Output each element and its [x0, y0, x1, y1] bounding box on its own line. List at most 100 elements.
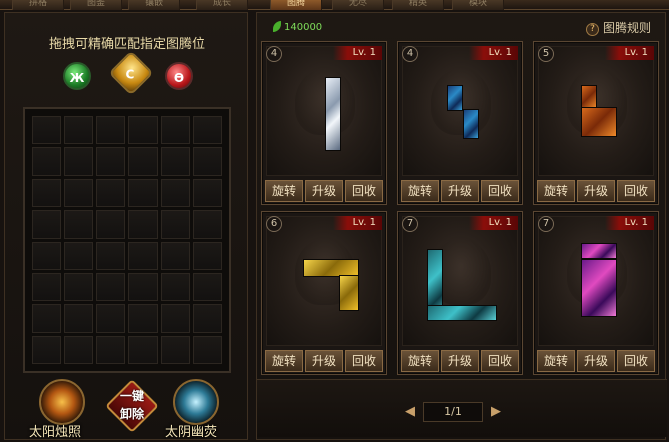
grid-cell[interactable]	[64, 335, 94, 364]
totem-card[interactable]: 4 Lv. 1 旋转 升级 回收	[397, 41, 523, 205]
moon-orb-icon[interactable]	[173, 379, 219, 425]
recycle-button[interactable]: 回收	[617, 350, 655, 372]
totem-piece-segment[interactable]	[325, 77, 341, 151]
grid-cell[interactable]	[192, 335, 222, 364]
grid-cell[interactable]	[128, 178, 158, 208]
rotate-button[interactable]: 旋转	[265, 350, 303, 372]
grid-cell[interactable]	[192, 241, 222, 270]
tab-6[interactable]: 精英	[392, 0, 444, 10]
upgrade-button[interactable]: 升级	[577, 350, 615, 372]
prev-page-arrow-icon[interactable]: ◀	[401, 402, 419, 422]
grid-cell[interactable]	[32, 178, 62, 208]
recycle-button[interactable]: 回收	[345, 180, 383, 202]
rotate-button[interactable]: 旋转	[401, 180, 439, 202]
totem-piece-segment[interactable]	[581, 259, 617, 317]
grid-cell[interactable]	[64, 116, 94, 145]
grid-cell[interactable]	[32, 272, 62, 302]
upgrade-button[interactable]: 升级	[577, 180, 615, 202]
recycle-button[interactable]: 回收	[617, 180, 655, 202]
grid-cell[interactable]	[128, 116, 158, 145]
grid-cell[interactable]	[160, 304, 190, 333]
grid-cell[interactable]	[128, 210, 158, 239]
tab-0[interactable]: 拼格	[12, 0, 64, 10]
totem-card[interactable]: 6 Lv. 1 旋转 升级 回收	[261, 211, 387, 375]
upgrade-button[interactable]: 升级	[305, 350, 343, 372]
grid-cell[interactable]	[32, 335, 62, 364]
rules-link[interactable]: ? 图腾规则	[585, 19, 651, 36]
totem-card[interactable]: 4 Lv. 1 旋转 升级 回收	[261, 41, 387, 205]
sun-orb-icon[interactable]	[39, 379, 85, 425]
gold-gem-icon[interactable]: C	[108, 50, 154, 96]
upgrade-button[interactable]: 升级	[441, 180, 479, 202]
grid-cell[interactable]	[160, 241, 190, 270]
grid-cell[interactable]	[32, 210, 62, 239]
grid-cell[interactable]	[96, 116, 126, 145]
recycle-button[interactable]: 回收	[481, 350, 519, 372]
totem-piece-segment[interactable]	[339, 275, 359, 311]
totem-piece-segment[interactable]	[447, 85, 463, 111]
tab-5[interactable]: 无尽	[332, 0, 384, 10]
next-page-arrow-icon[interactable]: ▶	[487, 402, 505, 422]
totem-piece-segment[interactable]	[427, 305, 497, 321]
totem-card[interactable]: 7 Lv. 1 旋转 升级 回收	[533, 211, 659, 375]
green-gem-icon[interactable]: Ж	[63, 62, 91, 90]
grid-cell[interactable]	[160, 335, 190, 364]
grid-cell[interactable]	[128, 335, 158, 364]
grid-cell[interactable]	[160, 178, 190, 208]
grid-cell[interactable]	[192, 210, 222, 239]
recycle-button[interactable]: 回收	[481, 180, 519, 202]
grid-cell[interactable]	[96, 272, 126, 302]
totem-piece-segment[interactable]	[581, 243, 617, 259]
grid-cell[interactable]	[160, 147, 190, 176]
tab-3[interactable]: 成长	[196, 0, 248, 10]
remove-all-label[interactable]: 一键 卸除	[113, 387, 151, 423]
grid-cell[interactable]	[96, 178, 126, 208]
totem-card[interactable]: 5 Lv. 1 旋转 升级 回收	[533, 41, 659, 205]
grid-cell[interactable]	[32, 304, 62, 333]
grid-cell[interactable]	[160, 210, 190, 239]
grid-cell[interactable]	[96, 241, 126, 270]
grid-cell[interactable]	[64, 178, 94, 208]
grid-cell[interactable]	[128, 147, 158, 176]
grid-cell[interactable]	[32, 241, 62, 270]
grid-cell[interactable]	[64, 241, 94, 270]
totem-piece-segment[interactable]	[463, 109, 479, 139]
totem-card[interactable]: 7 Lv. 1 旋转 升级 回收	[397, 211, 523, 375]
grid-cell[interactable]	[192, 178, 222, 208]
grid-cell[interactable]	[96, 147, 126, 176]
grid-cell[interactable]	[64, 210, 94, 239]
grid-cell[interactable]	[192, 272, 222, 302]
grid-cell[interactable]	[96, 335, 126, 364]
rotate-button[interactable]: 旋转	[401, 350, 439, 372]
upgrade-button[interactable]: 升级	[441, 350, 479, 372]
grid-cell[interactable]	[32, 147, 62, 176]
grid-cell[interactable]	[160, 116, 190, 145]
grid-cell[interactable]	[160, 272, 190, 302]
rotate-button[interactable]: 旋转	[537, 350, 575, 372]
grid-cell[interactable]	[128, 241, 158, 270]
grid-cell[interactable]	[96, 304, 126, 333]
grid-cell[interactable]	[128, 272, 158, 302]
grid-cell[interactable]	[64, 304, 94, 333]
grid-cell[interactable]	[32, 116, 62, 145]
grid-cell[interactable]	[96, 210, 126, 239]
grid-cell[interactable]	[192, 147, 222, 176]
grid-cell[interactable]	[192, 116, 222, 145]
rotate-button[interactable]: 旋转	[537, 180, 575, 202]
tab-1[interactable]: 图鉴	[70, 0, 122, 10]
grid-cell[interactable]	[64, 147, 94, 176]
recycle-button[interactable]: 回收	[345, 350, 383, 372]
upgrade-button[interactable]: 升级	[305, 180, 343, 202]
grid-cell[interactable]	[128, 304, 158, 333]
red-gem-icon[interactable]: Ѳ	[165, 62, 193, 90]
grid-cell[interactable]	[192, 304, 222, 333]
totem-piece-segment[interactable]	[581, 107, 617, 137]
totem-piece-segment[interactable]	[581, 85, 597, 109]
grid-cell[interactable]	[64, 272, 94, 302]
sun-label[interactable]: 太阳烛照	[29, 421, 81, 440]
tab-totem[interactable]: 图腾	[270, 0, 322, 10]
tab-7[interactable]: 模块	[452, 0, 504, 10]
moon-label[interactable]: 太阴幽荧	[165, 421, 217, 440]
tab-2[interactable]: 镶嵌	[128, 0, 180, 10]
rotate-button[interactable]: 旋转	[265, 180, 303, 202]
